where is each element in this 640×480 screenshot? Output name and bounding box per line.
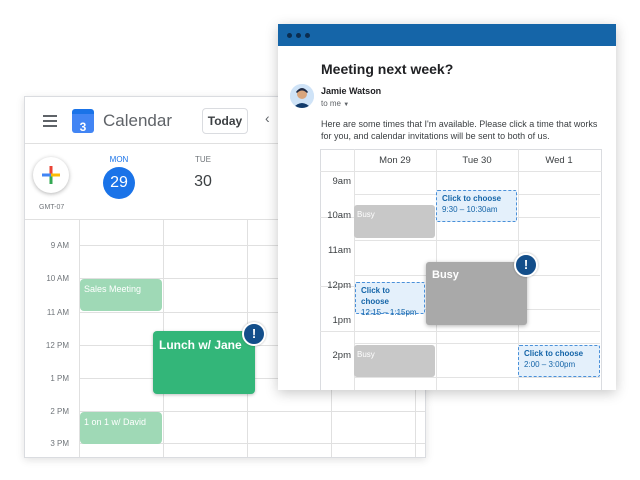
app-title: Calendar bbox=[103, 111, 172, 130]
grid-time-label: 12pm bbox=[327, 280, 351, 291]
event-sales-meeting[interactable]: Sales Meeting bbox=[80, 279, 162, 311]
caret-down-icon: ▼ bbox=[343, 102, 350, 108]
slot-time: 2:00 – 3:00pm bbox=[524, 360, 576, 369]
grid-time-label: 2pm bbox=[332, 350, 351, 361]
person-icon bbox=[290, 84, 314, 108]
grid-line bbox=[354, 240, 600, 241]
time-slot-option[interactable]: Click to choose 2:00 – 3:00pm bbox=[518, 345, 600, 377]
recipient-label[interactable]: to me ▼ bbox=[321, 99, 349, 108]
busy-block: Busy bbox=[354, 205, 435, 238]
busy-block: Busy bbox=[354, 345, 435, 377]
grid-line bbox=[354, 343, 600, 344]
avatar[interactable] bbox=[290, 84, 314, 108]
email-body: Here are some times that I'm available. … bbox=[321, 119, 598, 141]
slot-action-label: Click to choose bbox=[442, 194, 502, 203]
email-window: Meeting next week? Jamie Watson to me ▼ … bbox=[278, 24, 616, 390]
window-dot-icon[interactable] bbox=[296, 33, 301, 38]
day-label-mon: MON bbox=[109, 155, 129, 164]
alert-icon: ! bbox=[242, 322, 266, 346]
time-slot-option[interactable]: Click to choose 12:15 – 1:15pm bbox=[355, 282, 425, 317]
day-label-tue: TUE bbox=[195, 155, 211, 164]
slot-time: 9:30 – 10:30am bbox=[442, 205, 498, 214]
slot-time: 12:15 – 1:15pm bbox=[361, 308, 417, 317]
grid-time-label: 10am bbox=[327, 210, 351, 221]
sender-name[interactable]: Jamie Watson bbox=[321, 86, 381, 96]
grid-time-label: 9am bbox=[332, 176, 351, 187]
time-label: 12 PM bbox=[45, 341, 69, 350]
day-number-tue[interactable]: 30 bbox=[187, 173, 219, 191]
window-dot-icon[interactable] bbox=[287, 33, 292, 38]
time-label: 2 PM bbox=[50, 407, 69, 416]
today-button[interactable]: Today bbox=[202, 108, 248, 134]
time-label: 10 AM bbox=[46, 274, 69, 283]
grid-day-header: Wed 1 bbox=[545, 155, 573, 166]
create-button[interactable] bbox=[33, 157, 69, 193]
event-lunch-with-jane[interactable]: Lunch w/ Jane bbox=[153, 331, 255, 394]
time-label: 3 PM bbox=[50, 439, 69, 448]
grid-time-label: 11am bbox=[327, 245, 351, 256]
grid-line bbox=[320, 171, 602, 172]
recipient-text: to me bbox=[321, 99, 342, 108]
time-slot-option[interactable]: Click to choose 9:30 – 10:30am bbox=[436, 190, 517, 222]
window-title-bar bbox=[278, 24, 616, 46]
grid-line bbox=[320, 331, 600, 332]
grid-line bbox=[354, 377, 600, 378]
slot-action-label: Click to choose bbox=[361, 286, 390, 306]
calendar-logo-icon: 3 bbox=[72, 109, 94, 134]
window-dot-icon[interactable] bbox=[305, 33, 310, 38]
email-subject: Meeting next week? bbox=[321, 61, 454, 77]
time-label: 1 PM bbox=[50, 374, 69, 383]
busy-block: Busy bbox=[426, 262, 527, 325]
time-label: 9 AM bbox=[50, 241, 69, 250]
grid-day-header: Tue 30 bbox=[462, 155, 492, 166]
event-1-on-1-with-david[interactable]: 1 on 1 w/ David bbox=[80, 412, 162, 444]
time-label: 11 AM bbox=[46, 308, 69, 317]
alert-icon: ! bbox=[514, 253, 538, 277]
menu-icon[interactable] bbox=[43, 112, 57, 130]
grid-time-label: 1pm bbox=[332, 315, 351, 326]
day-number-mon[interactable]: 29 bbox=[103, 167, 135, 199]
chevron-left-icon[interactable]: ‹ bbox=[265, 110, 270, 126]
slot-action-label: Click to choose bbox=[524, 349, 584, 358]
timezone-label: GMT-07 bbox=[39, 204, 65, 211]
plus-icon bbox=[42, 166, 60, 184]
grid-day-header: Mon 29 bbox=[379, 155, 411, 166]
